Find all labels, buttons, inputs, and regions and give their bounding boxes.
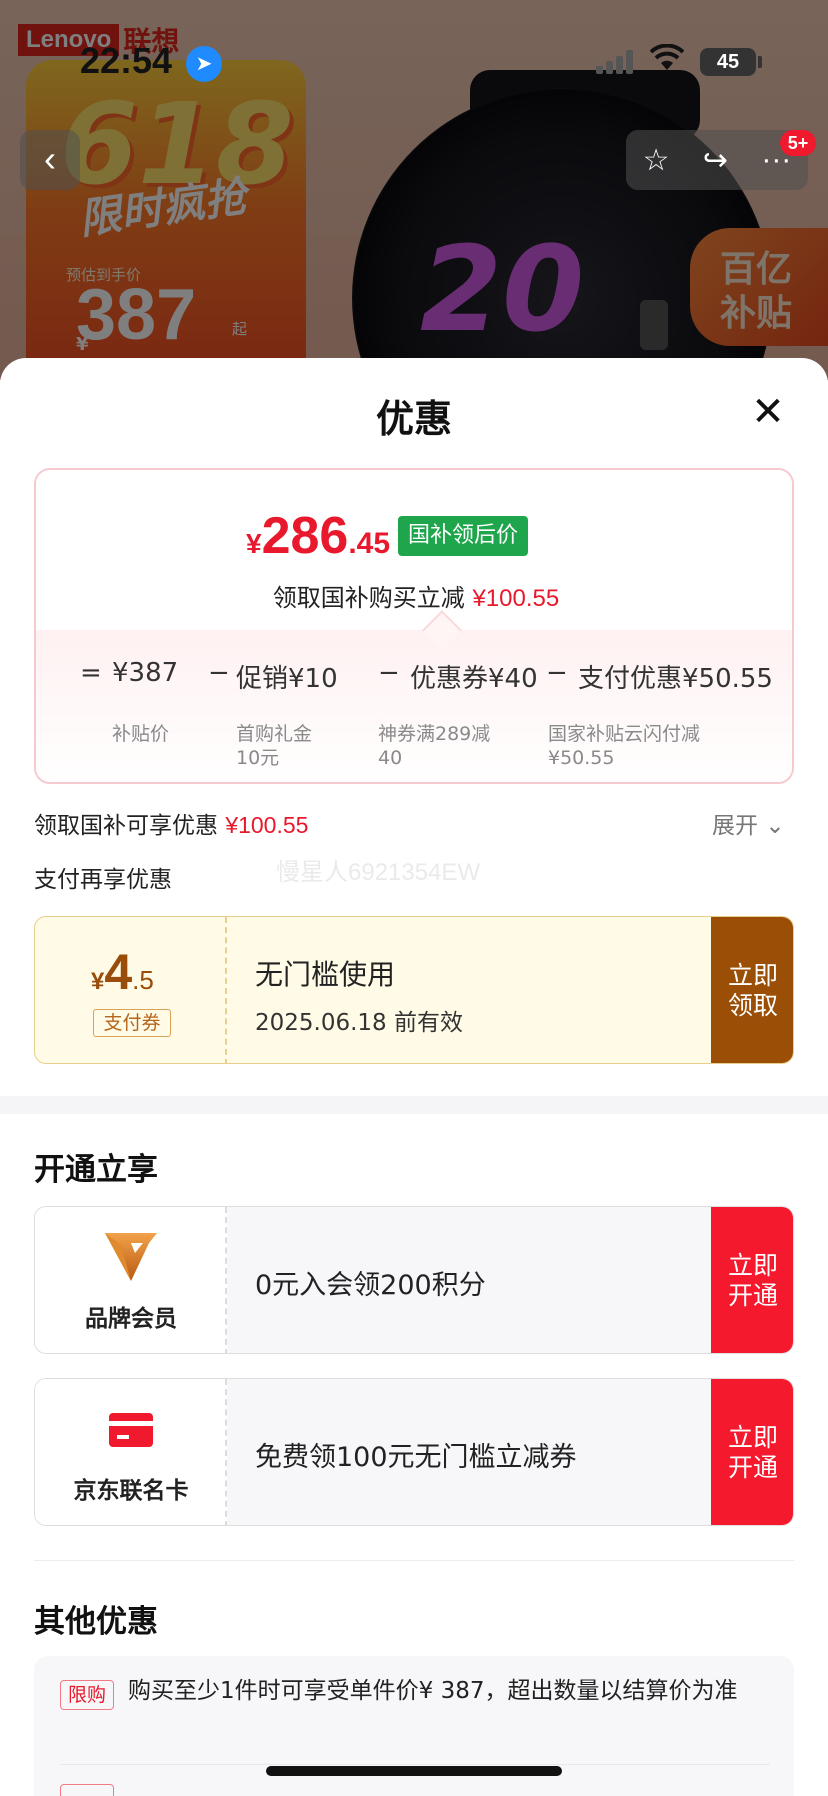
- section-separator: [34, 1560, 794, 1561]
- payment-discount-label-1: 国家补贴云闪付减: [548, 723, 701, 745]
- share-icon[interactable]: ↪: [703, 143, 728, 178]
- brand-member-desc: 0元入会领200积分: [255, 1270, 486, 1301]
- other-section-title: 其他优惠: [34, 1604, 158, 1640]
- jd-cobrand-card: 京东联名卡 免费领100元无门槛立减券 立即开通: [34, 1378, 794, 1526]
- formula-equals: =: [80, 658, 102, 688]
- discount-sheet: 优惠 ✕ ¥286.45 国补领后价 领取国补购买立减 ¥100.55 = ¥3…: [0, 358, 828, 1796]
- home-indicator[interactable]: [266, 1766, 562, 1776]
- coupon-amount-int: 4: [104, 944, 133, 1000]
- payment-discount-label: 国家补贴云闪付减 ¥50.55: [548, 722, 700, 770]
- coupon-currency: ¥: [91, 968, 105, 995]
- jd-cobrand-left: 京东联名卡: [35, 1379, 227, 1525]
- limit-purchase-tag: 限购: [60, 1680, 114, 1710]
- payment-coupon: ¥4.5 支付券 无门槛使用 2025.06.18 前有效 立即领取: [34, 916, 794, 1064]
- coupon-discount-label: 神券满289减 40: [378, 722, 490, 770]
- formula-base-price: ¥387: [112, 658, 179, 688]
- coupon-discount-label-1: 神券满289减: [378, 723, 491, 745]
- section-divider: [0, 1096, 828, 1114]
- battery-icon: 45: [700, 48, 756, 76]
- location-arrow-icon: ➤: [186, 46, 222, 82]
- claim-amount: ¥100.55: [225, 812, 309, 838]
- battery-tip: [758, 56, 762, 68]
- expand-button[interactable]: 展开 ⌄: [712, 806, 785, 840]
- coupon-valid-until: 2025.06.18 前有效: [255, 1010, 463, 1036]
- price-formula: = ¥387 − 促销¥10 − 优惠券¥40 − 支付优惠¥50.55: [80, 658, 792, 698]
- price-summary-card: ¥286.45 国补领后价 领取国补购买立减 ¥100.55 = ¥387 − …: [34, 468, 794, 784]
- other-offers-divider: [60, 1764, 770, 1765]
- promo-discount-label-1: 首购礼金: [236, 723, 313, 745]
- close-icon[interactable]: ✕: [748, 392, 788, 432]
- expand-label: 展开: [712, 813, 758, 839]
- status-time: 22:54: [80, 40, 173, 81]
- payment-discount-label-2: ¥50.55: [548, 747, 615, 769]
- final-price-tag: 国补领后价: [398, 516, 529, 556]
- final-price-int: 286: [261, 507, 349, 565]
- jd-cobrand-desc: 免费领100元无门槛立减券: [255, 1442, 577, 1473]
- coupon-amount-dec: .5: [132, 965, 154, 995]
- promo-discount-label-2: 10元: [236, 747, 280, 769]
- open-brand-member-button[interactable]: 立即开通: [711, 1207, 793, 1353]
- coupon-type-tag: 支付券: [93, 1009, 171, 1037]
- coupon-amount: ¥4.5: [91, 943, 154, 1001]
- formula-promo-discount: 促销¥10: [236, 664, 338, 694]
- cellular-signal-icon: [596, 48, 634, 74]
- coupon-discount-label-2: 40: [378, 747, 403, 769]
- subtitle-amount: ¥100.55: [472, 585, 560, 612]
- back-button[interactable]: ‹: [20, 130, 80, 190]
- pay-more-label: 支付再享优惠: [34, 867, 172, 893]
- subtitle-prefix: 领取国补购买立减: [272, 584, 465, 612]
- promo-discount-label: 首购礼金 10元: [236, 722, 312, 770]
- credit-card-icon: [109, 1413, 153, 1447]
- sheet-title: 优惠: [375, 397, 452, 441]
- formula-minus-3: −: [546, 658, 568, 688]
- open-jd-cobrand-button[interactable]: 立即开通: [711, 1379, 793, 1525]
- wifi-icon: [649, 43, 685, 80]
- claim-coupon-button[interactable]: 立即领取: [711, 917, 793, 1063]
- base-price-label: 补贴价: [112, 723, 170, 745]
- final-price-subtitle: 领取国补购买立减 ¥100.55: [36, 578, 792, 613]
- jd-cobrand-name: 京东联名卡: [73, 1478, 189, 1504]
- brand-member-card: 品牌会员 0元入会领200积分 立即开通: [34, 1206, 794, 1354]
- brand-member-name: 品牌会员: [85, 1306, 177, 1332]
- claim-label: 领取国补可享优惠: [34, 813, 218, 839]
- open-section-title: 开通立享: [34, 1152, 158, 1188]
- brand-member-v-icon: [105, 1233, 157, 1281]
- brand-member-left: 品牌会员: [35, 1207, 227, 1353]
- final-price: ¥286.45: [246, 506, 390, 566]
- star-icon[interactable]: ☆: [643, 143, 670, 178]
- cart-badge: 5+: [780, 130, 816, 156]
- final-price-dec: .45: [348, 527, 391, 560]
- watermark: 慢星人6921354EW: [276, 859, 481, 886]
- chevron-down-icon: ⌄: [765, 813, 785, 839]
- claim-subsidy-row: 领取国补可享优惠 ¥100.55: [34, 806, 308, 840]
- formula-minus-2: −: [378, 658, 400, 688]
- formula-payment-discount: 支付优惠¥50.55: [578, 664, 773, 694]
- formula-coupon-discount: 优惠券¥40: [410, 664, 538, 694]
- formula-minus-1: −: [208, 658, 230, 688]
- limit-purchase-text: 购买至少1件时可享受单件价¥ 387，超出数量以结算价为准: [128, 1678, 738, 1704]
- status-bar: 22:54 ➤ 45: [0, 0, 828, 120]
- chevron-left-icon: ‹: [44, 138, 56, 179]
- final-price-currency: ¥: [246, 528, 262, 559]
- coupon-title: 无门槛使用: [255, 958, 396, 991]
- second-offer-tag: [60, 1784, 114, 1796]
